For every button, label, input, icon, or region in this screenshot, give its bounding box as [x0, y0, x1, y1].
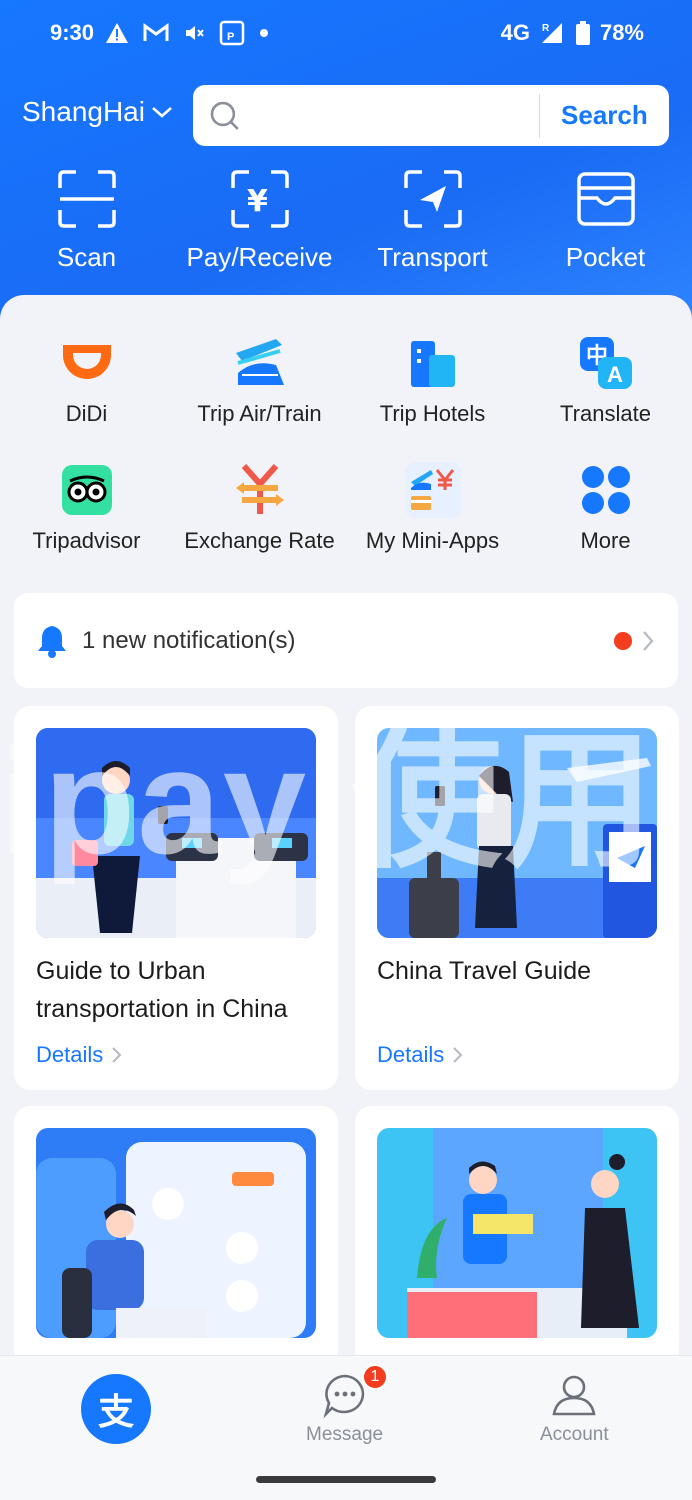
pay-receive-label: Pay/Receive [186, 242, 333, 272]
tips-illustration [36, 1128, 316, 1338]
mini-apps-icon [404, 462, 461, 518]
pay-receive-button[interactable]: ¥ Pay/Receive [173, 170, 346, 273]
app-label: Tripadvisor [32, 528, 141, 553]
network-type: 4G [500, 20, 530, 45]
trip-air-train-icon [232, 335, 288, 391]
app-didi[interactable]: DiDi [0, 335, 173, 462]
app-label: More [580, 528, 631, 553]
svg-text:¥: ¥ [247, 184, 268, 219]
app-trip-air-train[interactable]: Trip Air/Train [173, 335, 346, 462]
didi-icon [59, 335, 115, 391]
scan-label: Scan [56, 242, 117, 272]
search-button[interactable]: Search [540, 100, 669, 131]
unread-dot [614, 631, 632, 650]
nav-account-label: Account [540, 1424, 609, 1445]
guide-card-tips[interactable] [14, 1106, 338, 1366]
trip-hotels-icon [405, 335, 461, 391]
city-selector[interactable]: ShangHai [22, 96, 173, 128]
status-time: 9:30 [50, 20, 95, 45]
status-bar: 9:30 P 4G R 78% [0, 0, 692, 70]
signal-icon: R [541, 23, 562, 43]
urban-transport-illustration [36, 728, 316, 938]
scan-icon [57, 170, 116, 228]
app-translate[interactable]: 中A Translate [519, 335, 692, 462]
app-trip-hotels[interactable]: Trip Hotels [346, 335, 519, 462]
pocket-label: Pocket [565, 242, 646, 272]
details-link[interactable]: Details [36, 1042, 125, 1068]
battery-level: 78% [599, 20, 644, 45]
nav-account[interactable]: Account [540, 1372, 609, 1446]
transport-icon [403, 170, 462, 228]
gmail-icon [143, 23, 169, 41]
shopping-illustration [377, 1128, 657, 1338]
svg-text:P: P [227, 31, 234, 43]
mute-icon [186, 26, 204, 40]
card-title: China Travel Guide [377, 957, 592, 985]
guide-card-china-travel[interactable]: China Travel Guide Details [355, 706, 679, 1090]
svg-text:A: A [607, 362, 623, 387]
app-label: My Mini-Apps [365, 528, 500, 553]
chevron-right-icon [643, 630, 654, 651]
roaming-indicator: R [542, 23, 550, 34]
app-label: DiDi [65, 401, 108, 426]
message-badge: 1 [362, 1364, 388, 1390]
details-link[interactable]: Details [377, 1042, 466, 1068]
status-left-icons: P [105, 20, 269, 46]
notification-bar[interactable]: 1 new notification(s) [14, 593, 678, 688]
details-label: Details [377, 1042, 445, 1067]
app-exchange-rate[interactable]: Exchange Rate [173, 462, 346, 589]
dot-icon [260, 29, 268, 37]
app-label: Trip Hotels [379, 401, 486, 426]
message-icon [323, 1374, 364, 1418]
app-row: DiDi Trip Air/Train Trip Hotels 中A Trans… [0, 335, 692, 462]
alipay-home-button[interactable]: 支 [81, 1374, 151, 1444]
chevron-right-icon [112, 1047, 122, 1063]
pocket-icon [576, 172, 635, 226]
search-icon [210, 101, 239, 130]
account-icon [552, 1375, 596, 1416]
exchange-rate-icon [232, 462, 288, 518]
bell-icon [38, 625, 66, 658]
chevron-down-icon [152, 107, 172, 118]
battery-icon [575, 21, 590, 45]
quick-actions: Scan ¥ Pay/Receive Transport Pocket [0, 170, 692, 273]
more-icon [578, 462, 634, 518]
card-title: Guide to Urban transportation in China [36, 957, 288, 1023]
translate-icon: 中A [578, 335, 634, 391]
pocket-button[interactable]: Pocket [519, 170, 692, 273]
notification-text: 1 new notification(s) [82, 626, 296, 654]
china-travel-illustration [377, 728, 657, 938]
app-label: Trip Air/Train [197, 401, 322, 426]
guide-card-shopping[interactable] [355, 1106, 679, 1366]
search-input[interactable] [250, 95, 539, 136]
status-right: 4G R 78% [501, 20, 644, 46]
warning-icon [106, 23, 128, 43]
gesture-home-bar[interactable] [256, 1476, 436, 1483]
tripadvisor-icon [59, 462, 115, 518]
scan-button[interactable]: Scan [0, 170, 173, 273]
transport-button[interactable]: Transport [346, 170, 519, 273]
app-tripadvisor[interactable]: Tripadvisor [0, 462, 173, 589]
transport-label: Transport [377, 242, 488, 272]
app-row: Tripadvisor Exchange Rate My Mini-Apps M… [0, 462, 692, 589]
app-label: Translate [560, 401, 651, 426]
nav-message-label: Message [306, 1424, 384, 1445]
search-bar: Search [193, 85, 669, 146]
app-more[interactable]: More [519, 462, 692, 589]
chevron-right-icon [453, 1047, 463, 1063]
pay-notification-icon: P [219, 20, 245, 46]
app-label: Exchange Rate [184, 528, 335, 553]
details-label: Details [36, 1042, 104, 1067]
pay-receive-icon: ¥ [230, 170, 289, 228]
guide-card-urban[interactable]: Guide to Urban transportation in China D… [14, 706, 338, 1090]
city-label: ShangHai [22, 96, 145, 127]
app-grid: DiDi Trip Air/Train Trip Hotels 中A Trans… [0, 335, 692, 589]
app-my-mini-apps[interactable]: My Mini-Apps [346, 462, 519, 589]
